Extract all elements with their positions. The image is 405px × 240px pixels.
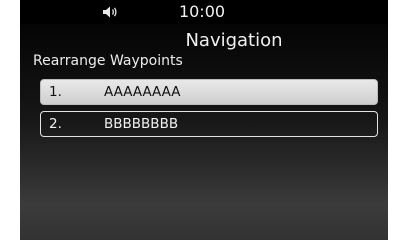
volume-icon (103, 6, 117, 18)
page-title: Navigation (185, 30, 283, 51)
waypoint-name: AAAAAAAA (104, 84, 181, 100)
page-subtitle: Rearrange Waypoints (33, 53, 183, 69)
waypoint-row[interactable]: 1. AAAAAAAA (40, 79, 378, 105)
waypoint-row[interactable]: 2. BBBBBBBB (40, 111, 378, 137)
waypoint-name: BBBBBBBB (104, 116, 179, 132)
waypoint-index: 1. (49, 84, 62, 100)
infotainment-screen: 10:00 Navigation Rearrange Waypoints 1. … (20, 0, 388, 240)
status-bar: 10:00 (20, 0, 388, 24)
clock: 10:00 (178, 2, 226, 21)
waypoint-index: 2. (49, 116, 62, 132)
